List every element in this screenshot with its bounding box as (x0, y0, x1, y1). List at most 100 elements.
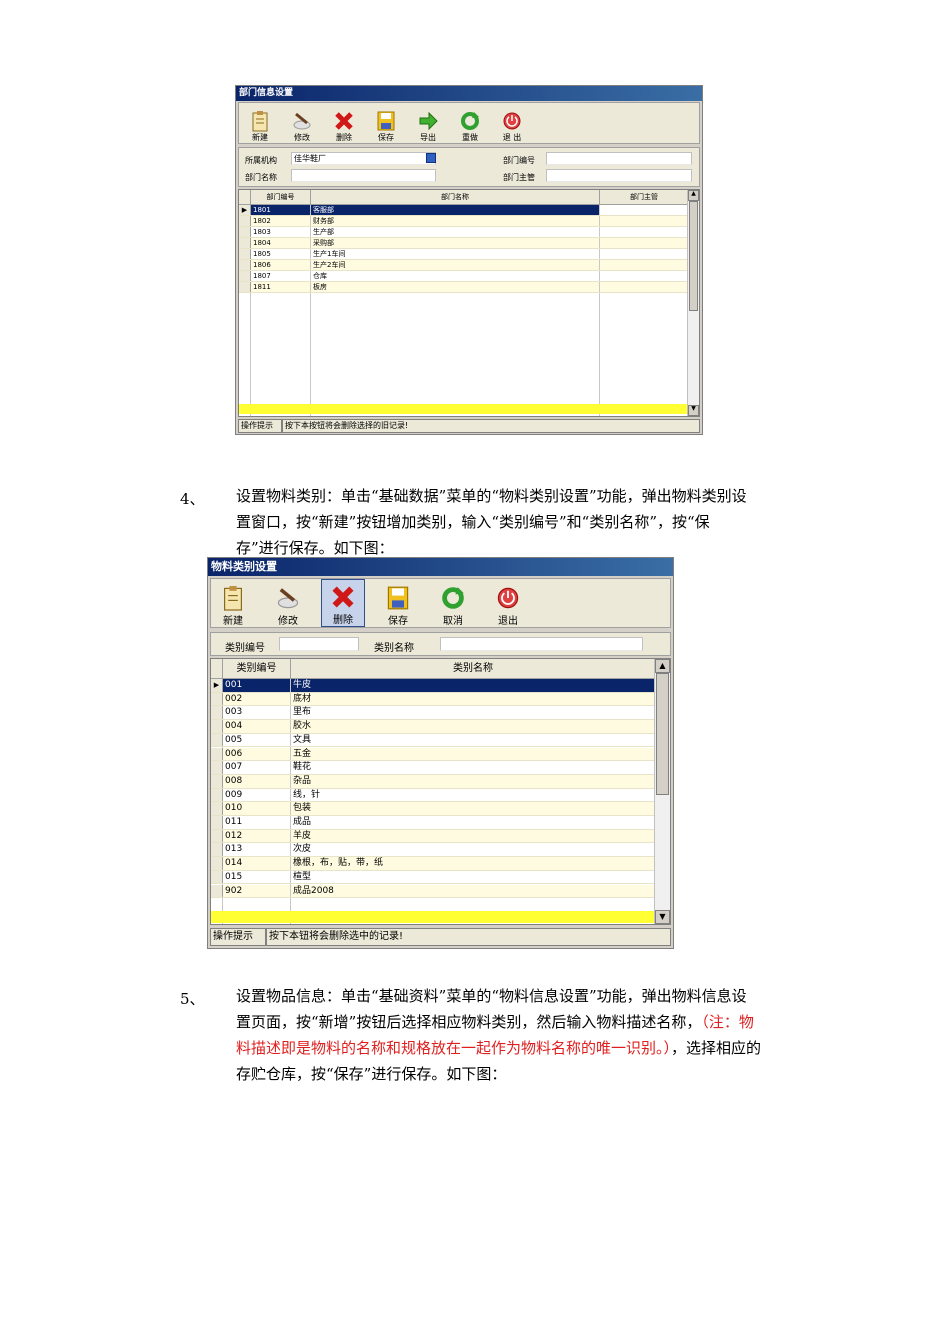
table-cell[interactable] (600, 282, 689, 292)
table-row[interactable]: 002 底材 (211, 692, 656, 707)
lookup-icon[interactable] (426, 153, 436, 163)
table-cell[interactable]: 1801 (251, 205, 311, 215)
table-row[interactable]: 1804 采购部 (239, 238, 689, 249)
table-row[interactable]: 015 楦型 (211, 870, 656, 885)
col-dept-manager[interactable]: 部门主管 (600, 190, 689, 204)
table-cell[interactable]: 牛皮 (291, 679, 656, 692)
table-cell[interactable]: 底材 (291, 692, 656, 706)
table-cell[interactable]: 生产2车间 (311, 260, 600, 270)
table-row[interactable]: 009 线，针 (211, 788, 656, 803)
table-cell[interactable]: 线，针 (291, 788, 656, 802)
edit-button[interactable]: 修改 (281, 103, 323, 143)
table-row[interactable]: 1806 生产2车间 (239, 260, 689, 271)
table-cell[interactable] (600, 249, 689, 259)
table-row[interactable]: 006 五金 (211, 747, 656, 762)
col-dept-no[interactable]: 部门编号 (251, 190, 311, 204)
table-cell[interactable]: 包装 (291, 802, 656, 815)
table-cell[interactable]: 007 (223, 761, 291, 774)
table-cell[interactable]: 文具 (291, 733, 656, 747)
table-row[interactable]: 004 胶水 (211, 720, 656, 734)
table-cell[interactable]: 011 (223, 816, 291, 829)
table-cell[interactable]: 生产部 (311, 227, 600, 237)
table-cell[interactable]: 013 (223, 843, 291, 857)
table-cell[interactable]: 006 (223, 747, 291, 761)
table-cell[interactable]: 胶水 (291, 720, 656, 733)
table-cell[interactable]: 004 (223, 720, 291, 733)
table-cell[interactable]: 1811 (251, 282, 311, 292)
table-cell[interactable]: 采购部 (311, 238, 600, 248)
table-cell[interactable]: 仓库 (311, 271, 600, 281)
table-cell[interactable]: 003 (223, 706, 291, 720)
table-row[interactable]: ▶ 001 牛皮 (211, 679, 656, 693)
table-row[interactable]: 013 次皮 (211, 843, 656, 858)
table-cell[interactable]: 成品2008 (291, 884, 656, 898)
table-cell[interactable]: 009 (223, 788, 291, 802)
scroll-up-icon[interactable]: ▲ (655, 659, 670, 673)
dept-name-field[interactable] (291, 169, 436, 182)
table-cell[interactable]: 002 (223, 692, 291, 706)
exit-button[interactable]: 退出 (489, 579, 527, 627)
cat-name-field[interactable] (440, 637, 643, 651)
table-cell[interactable]: 成品 (291, 816, 656, 829)
exit-button[interactable]: 退 出 (491, 103, 533, 143)
table-row[interactable]: 1805 生产1车间 (239, 249, 689, 260)
table-cell[interactable] (600, 216, 689, 226)
new-button[interactable]: 新建 (214, 579, 252, 627)
table-cell[interactable] (600, 227, 689, 237)
table-row[interactable]: 005 文具 (211, 733, 656, 748)
table-cell[interactable]: 010 (223, 802, 291, 815)
scroll-thumb[interactable] (689, 201, 698, 311)
table-row[interactable]: 1811 板房 (239, 282, 689, 293)
table-cell[interactable] (600, 271, 689, 281)
table-cell[interactable]: 生产1车间 (311, 249, 600, 259)
export-button[interactable]: 导出 (407, 103, 449, 143)
col-cat-name[interactable]: 类别名称 (291, 659, 656, 678)
table-row[interactable]: ▶ 1801 客服部 (239, 205, 689, 216)
scroll-up-icon[interactable]: ▲ (688, 190, 699, 201)
table-cell[interactable]: 1802 (251, 216, 311, 226)
table-cell[interactable]: 015 (223, 870, 291, 884)
table-cell[interactable]: 1805 (251, 249, 311, 259)
table-cell[interactable]: 里布 (291, 706, 656, 720)
table-cell[interactable]: 财务部 (311, 216, 600, 226)
table-cell[interactable]: 008 (223, 774, 291, 788)
table-cell[interactable]: 014 (223, 857, 291, 870)
vertical-scrollbar[interactable]: ▲ ▼ (687, 190, 699, 416)
new-row[interactable] (239, 404, 689, 414)
table-row[interactable]: 902 成品2008 (211, 884, 656, 899)
save-button[interactable]: 保存 (379, 579, 417, 627)
table-cell[interactable]: 001 (223, 679, 291, 692)
dept-manager-field[interactable] (546, 169, 692, 182)
table-cell[interactable]: 橡根，布，贴，带，纸 (291, 857, 656, 870)
table-row[interactable]: 014 橡根，布，贴，带，纸 (211, 857, 656, 871)
table-cell[interactable]: 1804 (251, 238, 311, 248)
vertical-scrollbar[interactable]: ▲ ▼ (654, 659, 670, 924)
table-cell[interactable]: 1806 (251, 260, 311, 270)
delete-button[interactable]: 删除 (321, 579, 365, 627)
new-row[interactable] (211, 911, 656, 923)
new-button[interactable]: 新建 (239, 103, 281, 143)
table-cell[interactable]: 次皮 (291, 843, 656, 857)
redo-button[interactable]: 重做 (449, 103, 491, 143)
table-cell[interactable]: 羊皮 (291, 829, 656, 843)
table-cell[interactable]: 杂品 (291, 774, 656, 788)
table-row[interactable]: 007 鞋花 (211, 761, 656, 775)
edit-button[interactable]: 修改 (269, 579, 307, 627)
table-cell[interactable]: 板房 (311, 282, 600, 292)
table-cell[interactable]: 客服部 (311, 205, 600, 215)
table-cell[interactable] (600, 238, 689, 248)
scroll-down-icon[interactable]: ▼ (655, 910, 670, 924)
table-row[interactable]: 1807 仓库 (239, 271, 689, 282)
save-button[interactable]: 保存 (365, 103, 407, 143)
scroll-thumb[interactable] (656, 673, 669, 795)
table-cell[interactable] (600, 205, 689, 215)
org-field[interactable]: 佳华鞋厂 (291, 152, 436, 165)
table-row[interactable]: 003 里布 (211, 706, 656, 721)
table-cell[interactable]: 鞋花 (291, 761, 656, 774)
table-row[interactable]: 012 羊皮 (211, 829, 656, 844)
table-cell[interactable]: 五金 (291, 747, 656, 761)
table-row[interactable]: 010 包装 (211, 802, 656, 816)
scroll-down-icon[interactable]: ▼ (688, 405, 699, 416)
dept-no-field[interactable] (546, 152, 692, 165)
table-cell[interactable]: 楦型 (291, 870, 656, 884)
